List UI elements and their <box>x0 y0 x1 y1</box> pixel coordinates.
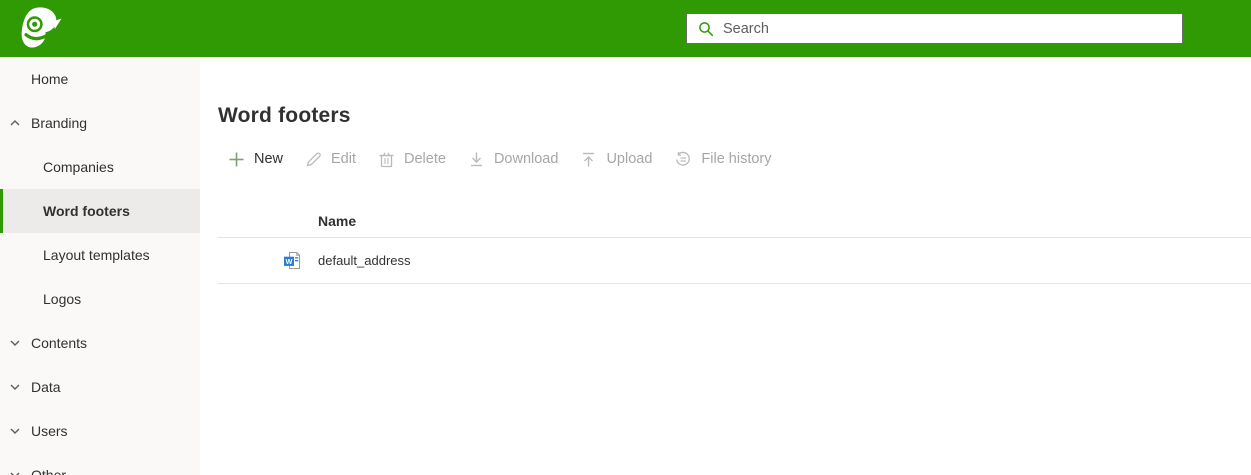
edit-button[interactable]: Edit <box>294 145 367 173</box>
upload-icon <box>580 151 597 168</box>
download-button[interactable]: Download <box>457 145 570 173</box>
history-icon <box>674 151 692 168</box>
button-label: File history <box>701 151 771 167</box>
pencil-icon <box>305 151 322 168</box>
button-label: Delete <box>404 151 446 167</box>
sidebar-item-label: Users <box>31 423 68 439</box>
search-input[interactable] <box>723 14 1182 43</box>
chevron-down-icon[interactable] <box>8 468 22 475</box>
sidebar-item-label: Contents <box>31 335 87 351</box>
plus-icon <box>228 151 245 168</box>
svg-text:W: W <box>286 257 293 266</box>
trash-icon <box>378 151 395 168</box>
sidebar-item-label: Other <box>31 467 66 475</box>
sidebar-item-home[interactable]: Home <box>0 57 200 101</box>
sidebar-item-label: Companies <box>43 159 114 175</box>
sidebar-item-other[interactable]: Other <box>0 453 200 475</box>
button-label: New <box>254 151 283 167</box>
chevron-down-icon[interactable] <box>8 336 22 350</box>
sidebar-item-label: Data <box>31 379 61 395</box>
button-label: Download <box>494 151 559 167</box>
command-bar: New Edit Delete <box>218 145 1251 173</box>
button-label: Upload <box>606 151 652 167</box>
table-row[interactable]: W default_address <box>218 238 1251 284</box>
sidebar-item-label: Home <box>31 71 68 87</box>
delete-button[interactable]: Delete <box>367 145 457 173</box>
chevron-down-icon[interactable] <box>8 424 22 438</box>
download-icon <box>468 151 485 168</box>
sidebar-item-data[interactable]: Data <box>0 365 200 409</box>
file-history-button[interactable]: File history <box>663 145 782 173</box>
sidebar-item-label: Word footers <box>43 203 130 219</box>
table-header-name[interactable]: Name <box>218 205 1251 238</box>
main-content: Word footers New Edit <box>200 57 1251 475</box>
sidebar-item-layout-templates[interactable]: Layout templates <box>0 233 200 277</box>
new-button[interactable]: New <box>218 145 294 173</box>
sidebar-item-word-footers[interactable]: Word footers <box>0 189 200 233</box>
sidebar-item-label: Layout templates <box>43 247 150 263</box>
sidebar-item-label: Branding <box>31 115 87 131</box>
button-label: Edit <box>331 151 356 167</box>
sidebar-item-companies[interactable]: Companies <box>0 145 200 189</box>
chameleon-logo-icon <box>16 5 63 53</box>
sidebar-item-branding[interactable]: Branding <box>0 101 200 145</box>
sidebar-item-label: Logos <box>43 291 81 307</box>
search-box <box>686 13 1183 44</box>
sidebar-item-contents[interactable]: Contents <box>0 321 200 365</box>
file-name: default_address <box>318 253 411 268</box>
chevron-down-icon[interactable] <box>8 380 22 394</box>
page-title: Word footers <box>218 57 1251 129</box>
upload-button[interactable]: Upload <box>569 145 663 173</box>
sidebar: Home Branding Companies Word footers Lay… <box>0 57 200 475</box>
sidebar-item-logos[interactable]: Logos <box>0 277 200 321</box>
chevron-up-icon[interactable] <box>8 116 22 130</box>
app-header <box>0 0 1251 57</box>
file-table: Name W default_address <box>218 205 1251 284</box>
word-file-icon: W <box>283 251 302 270</box>
search-icon <box>698 21 714 37</box>
sidebar-item-users[interactable]: Users <box>0 409 200 453</box>
